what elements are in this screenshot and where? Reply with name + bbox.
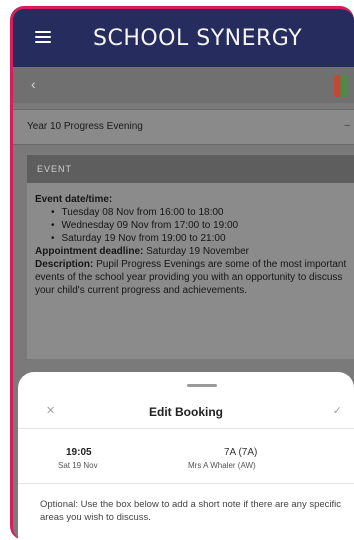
app-brand: SCHOOL SYNERGY [93,26,303,51]
edit-booking-sheet: ✕ Edit Booking ✓ 19:05 Sat 19 Nov 7A (7A… [18,372,354,540]
list-item: Saturday 19 Nov from 19:00 to 21:00 [51,232,349,245]
event-select[interactable]: Year 10 Progress Evening – [13,109,354,145]
sheet-title: Edit Booking [149,405,223,419]
section-header: EVENT [27,155,354,183]
note-instructions: Optional: Use the box below to add a sho… [40,499,342,523]
booking-room: 7A (7A) [224,447,258,458]
booking-date: Sat 19 Nov [58,461,98,470]
event-date-label: Event date/time: [35,194,113,205]
app-header: SCHOOL SYNERGY [13,9,354,67]
description-label: Description: [35,259,94,270]
chevron-down-icon: – [344,120,350,131]
list-item: Tuesday 08 Nov from 16:00 to 18:00 [51,206,349,219]
nav-bar: ‹ [13,67,354,103]
booking-time: 19:05 [66,447,92,458]
divider [18,483,354,484]
list-item: Wednesday 09 Nov from 17:00 to 19:00 [51,219,349,232]
back-arrow-icon[interactable]: ‹ [31,76,36,92]
drag-handle[interactable] [187,384,217,387]
section-label: EVENT [37,164,73,174]
event-select-value: Year 10 Progress Evening [27,121,143,132]
booking-teacher: Mrs A Whaler (AW) [188,461,256,470]
event-details: Event date/time: Tuesday 08 Nov from 16:… [27,183,354,359]
deadline-label: Appointment deadline: [35,246,144,257]
hamburger-icon[interactable] [35,31,51,43]
divider [18,428,354,429]
description-row: Description: Pupil Progress Evenings are… [35,258,349,297]
avatar [334,75,348,97]
check-icon[interactable]: ✓ [333,404,342,417]
deadline-value: Saturday 19 November [146,246,249,257]
deadline-row: Appointment deadline: Saturday 19 Novemb… [35,245,349,258]
event-sessions: Tuesday 08 Nov from 16:00 to 18:00 Wedne… [51,206,349,245]
